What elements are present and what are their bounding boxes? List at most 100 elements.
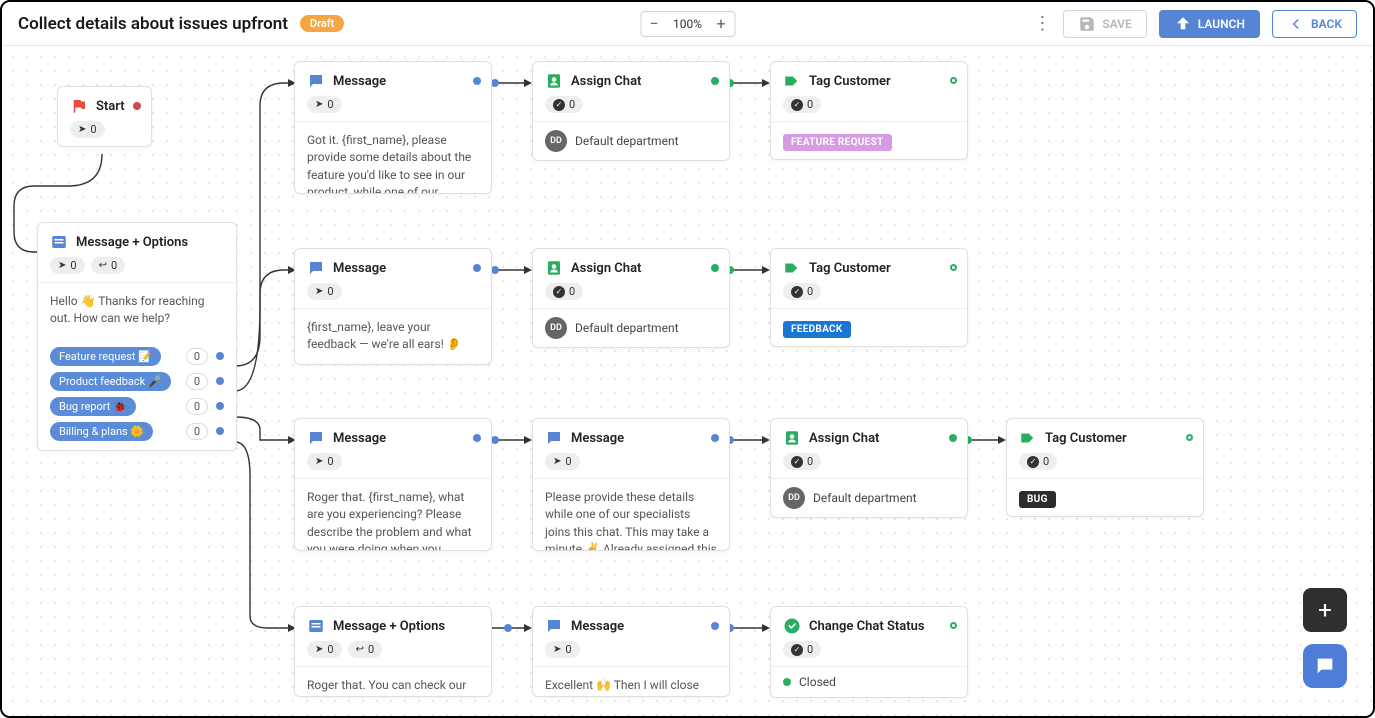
output-port bbox=[473, 264, 481, 272]
output-port bbox=[133, 102, 141, 110]
sent-chip: ➤0 bbox=[545, 641, 580, 658]
tag-icon bbox=[783, 72, 801, 90]
department-row: DD Default department bbox=[771, 478, 967, 517]
status-dot-icon bbox=[783, 678, 791, 686]
node-title: Message bbox=[333, 431, 386, 446]
assign-icon bbox=[783, 429, 801, 447]
check-icon: ✓ bbox=[553, 286, 565, 298]
node-body: Please provide these details while one o… bbox=[533, 478, 729, 550]
node-message-options[interactable]: Message + Options ➤0 ↩0 Roger that. You … bbox=[294, 606, 492, 697]
status-label: Closed bbox=[799, 675, 836, 689]
department-label: Default department bbox=[813, 491, 917, 505]
assign-icon bbox=[545, 72, 563, 90]
status-icon bbox=[783, 617, 801, 635]
sent-chip: ✓0 bbox=[545, 283, 583, 300]
send-icon: ➤ bbox=[315, 286, 323, 297]
node-assign-chat[interactable]: Assign Chat ✓0 DD Default department bbox=[770, 418, 968, 518]
department-avatar: DD bbox=[545, 130, 567, 152]
send-icon: ➤ bbox=[315, 456, 323, 467]
status-badge: Draft bbox=[300, 15, 344, 32]
department-label: Default department bbox=[575, 134, 679, 148]
node-body: Roger that. {first_name}, what are you e… bbox=[295, 478, 491, 550]
launch-label: LAUNCH bbox=[1198, 17, 1245, 31]
node-message-options[interactable]: Message + Options ➤0 ↩0 Hello 👋 Thanks f… bbox=[37, 222, 237, 451]
node-start[interactable]: Start ➤0 bbox=[57, 86, 152, 147]
department-row: DD Default department bbox=[533, 308, 729, 347]
node-title: Start bbox=[96, 99, 125, 114]
launch-button[interactable]: LAUNCH bbox=[1159, 10, 1260, 38]
sent-chip: ➤0 bbox=[545, 453, 580, 470]
output-port bbox=[711, 622, 719, 630]
node-message[interactable]: Message ➤0 Got it. {first_name}, please … bbox=[294, 61, 492, 194]
output-port bbox=[1186, 434, 1193, 441]
send-icon: ➤ bbox=[315, 99, 323, 110]
zoom-in-button[interactable]: + bbox=[708, 12, 734, 36]
node-title: Assign Chat bbox=[809, 431, 879, 446]
output-port bbox=[950, 622, 957, 629]
node-tag-customer[interactable]: Tag Customer ✓0 FEEDBACK bbox=[770, 248, 968, 347]
node-assign-chat[interactable]: Assign Chat ✓0 DD Default department bbox=[532, 61, 730, 161]
option-feature-request[interactable]: Feature request 📝 0 bbox=[38, 344, 236, 369]
option-count: 0 bbox=[186, 373, 208, 390]
save-icon bbox=[1078, 15, 1096, 33]
node-change-chat-status[interactable]: Change Chat Status ✓0 Closed bbox=[770, 606, 968, 698]
node-message[interactable]: Message ➤0 Roger that. {first_name}, wha… bbox=[294, 418, 492, 551]
node-title: Message bbox=[571, 619, 624, 634]
reply-icon: ↩ bbox=[99, 260, 107, 271]
back-label: BACK bbox=[1311, 17, 1342, 31]
node-message[interactable]: Message ➤0 {first_name}, leave your feed… bbox=[294, 248, 492, 365]
option-billing-plans[interactable]: Billing & plans 🌼 0 bbox=[38, 419, 236, 444]
sent-chip: ➤0 bbox=[307, 453, 342, 470]
node-assign-chat[interactable]: Assign Chat ✓0 DD Default department bbox=[532, 248, 730, 348]
node-body: {first_name}, leave your feedback — we'r… bbox=[295, 308, 491, 364]
node-body: Hello 👋 Thanks for reaching out. How can… bbox=[38, 282, 236, 338]
add-node-button[interactable]: + bbox=[1303, 588, 1347, 632]
option-count: 0 bbox=[186, 423, 208, 440]
flow-canvas[interactable]: Start ➤0 Message + Options ➤0 ↩0 Hello 👋… bbox=[2, 46, 1373, 716]
sent-chip: ✓0 bbox=[783, 453, 821, 470]
tag-pill: BUG bbox=[1019, 491, 1056, 508]
option-port bbox=[216, 427, 224, 435]
output-port bbox=[711, 434, 719, 442]
received-chip: ↩0 bbox=[348, 641, 383, 658]
tag-icon bbox=[1019, 429, 1037, 447]
option-count: 0 bbox=[186, 348, 208, 365]
zoom-out-button[interactable]: − bbox=[641, 12, 667, 36]
option-product-feedback[interactable]: Product feedback 🎤 0 bbox=[38, 369, 236, 394]
save-button[interactable]: SAVE bbox=[1063, 10, 1146, 38]
chat-widget-button[interactable] bbox=[1303, 644, 1347, 688]
message-icon bbox=[307, 72, 325, 90]
tag-row: FEATURE REQUEST bbox=[771, 121, 967, 159]
option-label: Feature request 📝 bbox=[50, 347, 161, 366]
sent-chip: ➤0 bbox=[307, 641, 342, 658]
sent-chip: ✓0 bbox=[783, 283, 821, 300]
node-tag-customer[interactable]: Tag Customer ✓0 BUG bbox=[1006, 418, 1204, 517]
save-label: SAVE bbox=[1102, 17, 1131, 31]
node-body: Got it. {first_name}, please provide som… bbox=[295, 121, 491, 193]
check-icon: ✓ bbox=[553, 99, 565, 111]
back-button[interactable]: BACK bbox=[1272, 10, 1357, 38]
node-title: Message bbox=[333, 261, 386, 276]
more-menu-button[interactable]: ⋮ bbox=[1033, 11, 1051, 37]
tag-pill: FEATURE REQUEST bbox=[783, 134, 892, 151]
tag-pill: FEEDBACK bbox=[783, 321, 851, 338]
node-title: Change Chat Status bbox=[809, 619, 925, 634]
chevron-left-icon bbox=[1287, 15, 1305, 33]
option-count: 0 bbox=[186, 398, 208, 415]
node-message[interactable]: Message ➤0 Excellent 🙌 Then I will close… bbox=[532, 606, 730, 697]
chat-icon bbox=[1314, 655, 1336, 677]
department-avatar: DD bbox=[783, 487, 805, 509]
message-icon bbox=[545, 429, 563, 447]
sent-chip: ➤0 bbox=[307, 96, 342, 113]
option-bug-report[interactable]: Bug report 🐞 0 bbox=[38, 394, 236, 419]
send-icon: ➤ bbox=[553, 456, 561, 467]
node-message[interactable]: Message ➤0 Please provide these details … bbox=[532, 418, 730, 551]
sent-chip: ➤0 bbox=[70, 121, 105, 138]
node-tag-customer[interactable]: Tag Customer ✓0 FEATURE REQUEST bbox=[770, 61, 968, 160]
output-port bbox=[949, 434, 957, 442]
output-port bbox=[711, 77, 719, 85]
zoom-level: 100% bbox=[667, 17, 708, 31]
node-title: Tag Customer bbox=[1045, 431, 1127, 446]
check-icon: ✓ bbox=[791, 286, 803, 298]
output-port bbox=[473, 434, 481, 442]
